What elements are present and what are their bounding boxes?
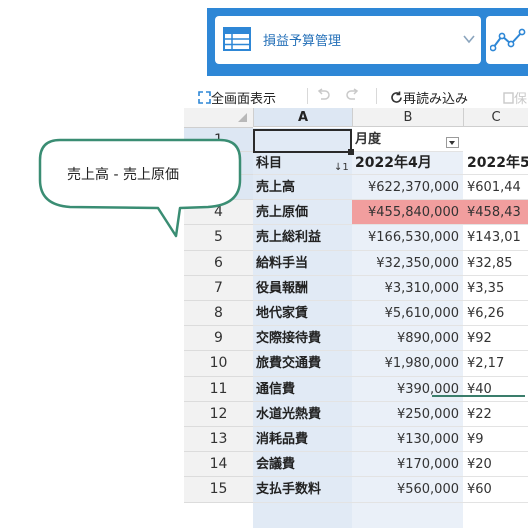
callout-text: 売上高 - 売上原価 [67,167,179,183]
callout-bubble [38,138,242,238]
